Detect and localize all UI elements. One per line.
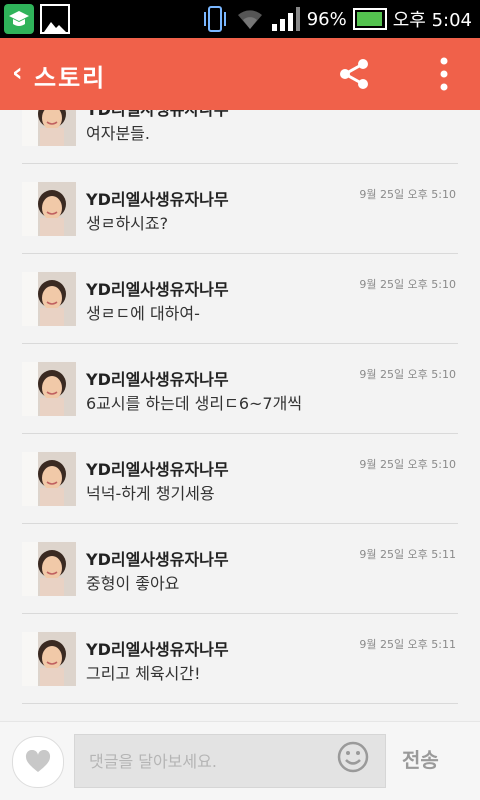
send-button[interactable]: 전송 bbox=[402, 744, 439, 773]
status-bar: 96% 오후 5:04 bbox=[0, 0, 480, 38]
clock: 오후 5:04 bbox=[392, 10, 472, 31]
share-icon[interactable] bbox=[336, 56, 372, 92]
battery-fill bbox=[356, 12, 382, 26]
battery-percent: 96% bbox=[306, 8, 347, 30]
heart-icon bbox=[25, 750, 51, 772]
vibrate-icon bbox=[203, 6, 226, 32]
comment-item[interactable]: YD리엘사생유자나무 9월 25일 오후 5:11 중형이 좋아요 bbox=[0, 470, 480, 614]
like-button[interactable] bbox=[12, 736, 64, 788]
notification-icons bbox=[4, 4, 70, 34]
emoji-icon[interactable] bbox=[336, 740, 370, 774]
comment-composer: 전송 bbox=[0, 721, 480, 800]
battery-icon bbox=[352, 8, 387, 30]
signal-icon bbox=[271, 7, 300, 31]
back-button[interactable]: ‹ bbox=[12, 58, 23, 88]
status-indicators: 96% 오후 5:04 bbox=[201, 6, 472, 32]
page-title: 스토리 bbox=[34, 64, 107, 92]
wifi-icon bbox=[237, 10, 262, 29]
more-options-icon[interactable] bbox=[436, 56, 452, 92]
comment-item[interactable]: YD리엘사생유자나무 9월 25일 오후 5:10 6교시를 하는데 생리ㄷ6~7개… bbox=[0, 290, 480, 434]
comment-item[interactable]: YD리엘사생유자나무 9월 25일 오후 5:10 생ㄹ하시죠? bbox=[0, 110, 480, 254]
comment-time: 9월 25일 오후 5:11 bbox=[359, 638, 456, 651]
app-bar: ‹ 스토리 bbox=[0, 38, 480, 110]
image-notification-icon bbox=[40, 4, 70, 34]
comment-item[interactable]: YD리엘사생유자나무 9월 25일 오후 5:10 넉넉-하게 챙기세용 bbox=[0, 380, 480, 524]
divider bbox=[22, 703, 458, 704]
comment-item[interactable]: YD리엘사생유자나무 9월 25일 오후 5:10 생ㄹㄷ에 대하여- bbox=[0, 200, 480, 344]
commenter-name[interactable]: YD리엘사생유자나무 bbox=[86, 636, 229, 660]
comment-list[interactable]: YD리엘사생유자나무여자분들.YD리엘사생유자나무9월 25일 오후 5:10생… bbox=[0, 110, 480, 722]
comment-text: 그리고 체육시간! bbox=[86, 664, 201, 683]
app-notification-icon bbox=[4, 4, 34, 34]
avatar[interactable] bbox=[22, 632, 76, 686]
comment-item[interactable]: YD리엘사생유자나무 9월 25일 오후 5:11 그리고 체육시간! bbox=[0, 560, 480, 704]
